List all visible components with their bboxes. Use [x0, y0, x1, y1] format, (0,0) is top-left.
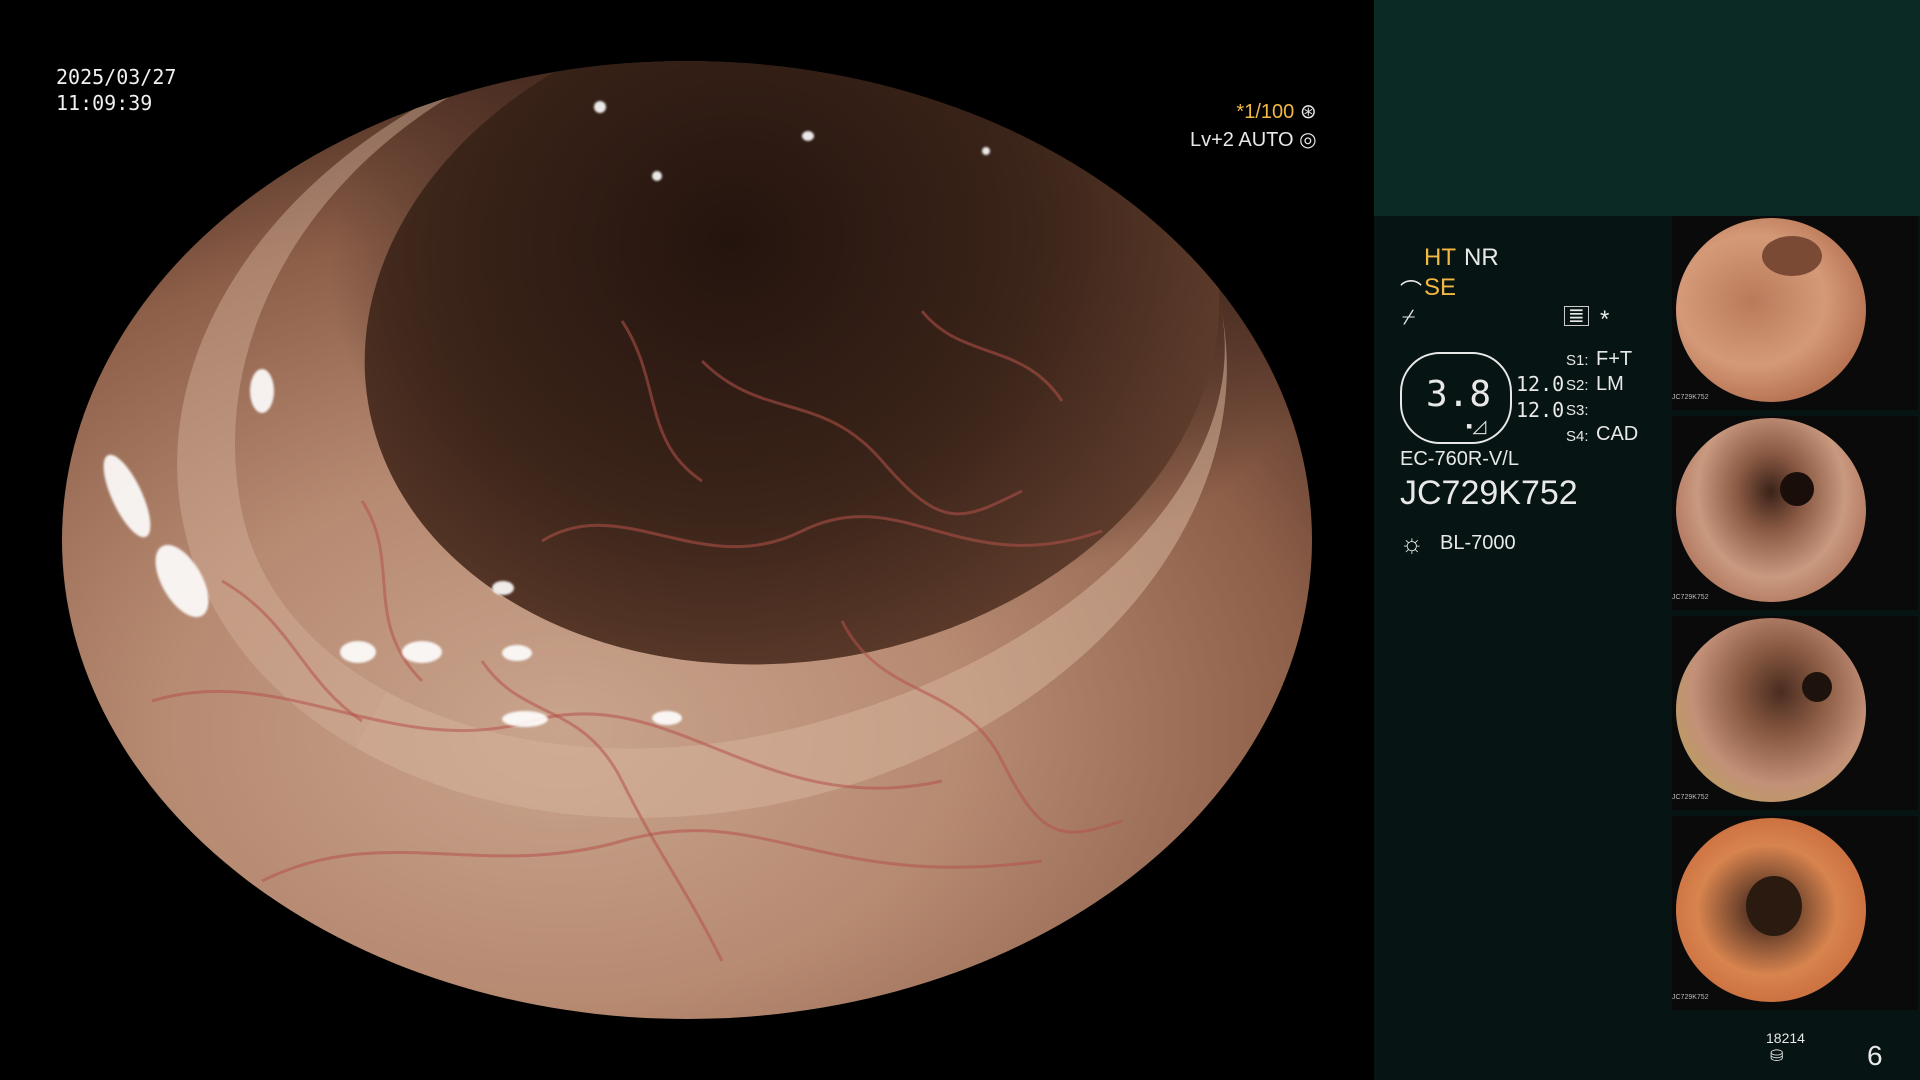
- s1-key: S1:: [1566, 352, 1589, 369]
- thumbnail-label: JC729K752: [1672, 794, 1709, 801]
- storage-counter: 18214 ⛁: [1766, 1030, 1805, 1066]
- brightness-level: Lv+2 AUTO: [1190, 129, 1294, 151]
- se-indicator: SE: [1424, 274, 1457, 301]
- filter-icon: ⌿: [1402, 304, 1416, 329]
- s4-key: S4:: [1566, 428, 1589, 445]
- glare-spot: [402, 641, 442, 663]
- glare-spot: [594, 101, 606, 113]
- nr-indicator: NR: [1464, 244, 1499, 271]
- page-number: 6: [1867, 1040, 1883, 1071]
- thumbnail-1[interactable]: JC729K752: [1672, 216, 1918, 410]
- thumbnail-label: JC729K752: [1672, 594, 1709, 601]
- ht-indicator: HT: [1424, 244, 1456, 271]
- scope-serial: JC729K752: [1400, 474, 1578, 512]
- shutter-speed: *1/100: [1236, 101, 1295, 123]
- scope-model: EC-760R-V/L: [1400, 448, 1519, 470]
- glare-spot: [492, 581, 514, 595]
- time-text: 11:09:39: [56, 91, 153, 115]
- thumbnail-label: JC729K752: [1672, 394, 1709, 401]
- water-jet-icon: ⌒: [1400, 279, 1423, 304]
- thumbnail-image: [1676, 418, 1866, 602]
- datetime-display: 2025/03/27 11:09:39: [56, 64, 176, 116]
- exposure-indicator: *1/100 ⊛ Lv+2 AUTO ◎: [1190, 98, 1317, 154]
- light-source-icon: ☼: [1400, 528, 1424, 558]
- score-value: 3.8: [1426, 374, 1492, 415]
- thumbnail-lumen: [1746, 876, 1802, 936]
- glare-spot: [502, 645, 532, 661]
- glare-spot: [652, 711, 682, 725]
- thumbnail-4[interactable]: JC729K752: [1672, 816, 1918, 1010]
- value-2: 12.0: [1516, 398, 1565, 422]
- glare-spot: [982, 147, 990, 155]
- s1-value: F+T: [1596, 348, 1633, 370]
- menu-icon: ≣: [1564, 306, 1589, 326]
- thumbnail-3[interactable]: JC729K752: [1672, 616, 1918, 810]
- endoscope-live-view: [62, 61, 1312, 1019]
- glare-spot: [652, 171, 662, 181]
- scope-bend-icon: ▪◿: [1466, 416, 1487, 436]
- date-text: 2025/03/27: [56, 65, 177, 89]
- glare-spot: [340, 641, 376, 663]
- info-panel-header: [1374, 0, 1920, 216]
- auto-iris-icon: ◎: [1299, 129, 1317, 151]
- vessel-pattern: [151, 310, 1123, 962]
- shutter-icon: ⊛: [1299, 101, 1317, 123]
- thumbnail-image: [1676, 618, 1866, 802]
- thumbnail-2[interactable]: JC729K752: [1672, 416, 1918, 610]
- counter-value: 18214: [1766, 1030, 1805, 1046]
- glare-spot: [802, 131, 814, 141]
- asterisk-icon: *: [1600, 306, 1610, 333]
- s3-key: S3:: [1566, 402, 1589, 419]
- glare-spot: [502, 711, 548, 727]
- light-source-name: BL-7000: [1440, 532, 1516, 554]
- value-1: 12.0: [1516, 372, 1565, 396]
- s4-value: CAD: [1596, 423, 1639, 445]
- thumbnail-label: JC729K752: [1672, 994, 1709, 1001]
- storage-icon: ⛁: [1770, 1048, 1784, 1065]
- s2-value: LM: [1596, 373, 1624, 395]
- thumbnail-lumen: [1802, 672, 1832, 702]
- thumbnail-lumen: [1762, 236, 1822, 276]
- s2-key: S2:: [1566, 377, 1589, 394]
- thumbnail-lumen: [1780, 472, 1814, 506]
- glare-spot: [250, 369, 274, 413]
